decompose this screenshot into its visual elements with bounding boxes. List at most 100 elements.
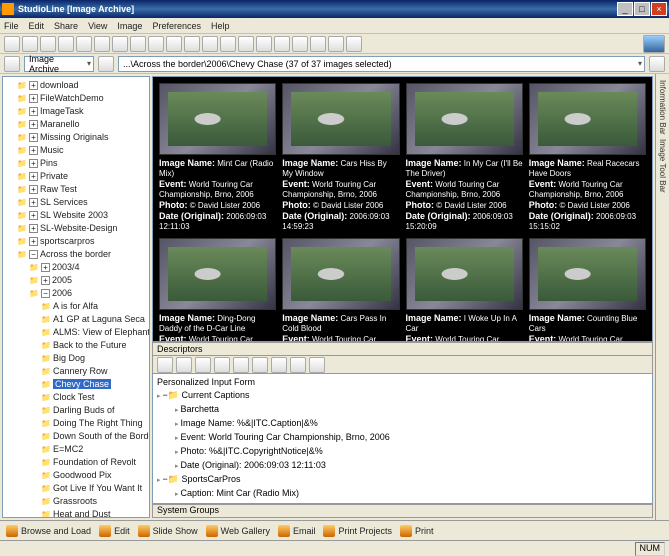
thumbnail-card[interactable]: Image Name: Ding-Dong Daddy of the D-Car… (159, 238, 276, 342)
toolbar-button[interactable] (256, 36, 272, 52)
toolbar-button[interactable] (184, 36, 200, 52)
action-email[interactable]: Email (278, 525, 316, 537)
toolbar-button[interactable] (4, 36, 20, 52)
tree-item[interactable]: Doing The Right Thing (41, 417, 147, 430)
desc-tool[interactable] (176, 357, 192, 373)
tree-item[interactable]: +Missing Originals (17, 131, 147, 144)
toolbar-button[interactable] (130, 36, 146, 52)
tree-item[interactable]: E=MC2 (41, 443, 147, 456)
thumbnail-image[interactable] (159, 238, 276, 310)
folder-tree[interactable]: +download+FileWatchDemo+ImageTask+Marane… (2, 76, 150, 518)
tree-item[interactable]: Got Live If You Want It (41, 482, 147, 495)
toolbar-button[interactable] (58, 36, 74, 52)
collapse-icon[interactable]: − (162, 390, 167, 400)
nav-button[interactable] (98, 56, 114, 72)
action-browse[interactable]: Browse and Load (6, 525, 91, 537)
tree-item[interactable]: Darling Buds of (41, 404, 147, 417)
action-webgallery[interactable]: Web Gallery (206, 525, 270, 537)
tree-item[interactable]: Heat and Dust (41, 508, 147, 518)
thumbnail-image[interactable] (282, 238, 399, 310)
maximize-button[interactable]: □ (634, 2, 650, 16)
tree-item[interactable]: Clock Test (41, 391, 147, 404)
toolbar-button[interactable] (94, 36, 110, 52)
collapse-icon[interactable]: − (162, 474, 167, 484)
go-button[interactable] (649, 56, 665, 72)
descriptor-row[interactable]: Barchetta (175, 403, 648, 417)
desc-tool[interactable] (290, 357, 306, 373)
desc-tool[interactable] (195, 357, 211, 373)
collapse-tree-button[interactable] (4, 56, 20, 72)
group-current-captions[interactable]: −📁 Current Captions (157, 389, 648, 403)
descriptor-row[interactable]: Caption: Mint Car (Radio Mix) (175, 487, 648, 501)
tree-item[interactable]: A is for Alfa (41, 300, 147, 313)
tree-item[interactable]: +SL Services (17, 196, 147, 209)
desc-tool[interactable] (309, 357, 325, 373)
desc-tool[interactable] (271, 357, 287, 373)
tree-item[interactable]: +Maranello (17, 118, 147, 131)
thumbnail-image[interactable] (406, 83, 523, 155)
tree-item[interactable]: +FileWatchDemo (17, 92, 147, 105)
tree-item[interactable]: Big Dog (41, 352, 147, 365)
toolbar-button[interactable] (22, 36, 38, 52)
tree-item[interactable]: +SL Website 2003 (17, 209, 147, 222)
descriptor-row[interactable]: Image Name: %&|ITC.Caption|&% (175, 417, 648, 431)
tree-item[interactable]: +Raw Test (17, 183, 147, 196)
toolbar-button[interactable] (112, 36, 128, 52)
thumbnail-image[interactable] (159, 83, 276, 155)
tree-item[interactable]: +2005 (29, 274, 147, 287)
desc-tool[interactable] (233, 357, 249, 373)
close-button[interactable]: × (651, 2, 667, 16)
tab-information-bar[interactable]: Information Bar (658, 80, 667, 135)
menu-file[interactable]: File (4, 21, 19, 31)
tree-item-2006[interactable]: −2006A is for AlfaA1 GP at Laguna SecaAL… (29, 287, 147, 518)
toolbar-button[interactable] (166, 36, 182, 52)
toolbar-button[interactable] (238, 36, 254, 52)
action-print[interactable]: Print (400, 525, 434, 537)
toolbar-button[interactable] (148, 36, 164, 52)
toolbar-button[interactable] (346, 36, 362, 52)
thumbnail-card[interactable]: Image Name: Real Racecars Have DoorsEven… (529, 83, 646, 232)
menu-edit[interactable]: Edit (29, 21, 45, 31)
desc-tool[interactable] (157, 357, 173, 373)
menu-preferences[interactable]: Preferences (152, 21, 201, 31)
tree-item[interactable]: +2003/4 (29, 261, 147, 274)
tree-item[interactable]: +Music (17, 144, 147, 157)
thumbnail-card[interactable]: Image Name: I Woke Up In A CarEvent: Wor… (406, 238, 523, 342)
thumbnail-card[interactable]: Image Name: Cars Hiss By My WindowEvent:… (282, 83, 399, 232)
toolbar-button[interactable] (202, 36, 218, 52)
tree-item[interactable]: ALMS: View of Elephant Mounta (41, 326, 147, 339)
action-edit[interactable]: Edit (99, 525, 130, 537)
tab-image-tool-bar[interactable]: Image Tool Bar (658, 139, 667, 193)
tree-item-across[interactable]: −Across the border+2003/4+2005−2006A is … (17, 248, 147, 518)
trash-icon[interactable] (643, 35, 665, 53)
path-combo[interactable]: ...\Across the border\2006\Chevy Chase (… (118, 56, 645, 72)
thumbnail-card[interactable]: Image Name: Cars Pass In Cold BloodEvent… (282, 238, 399, 342)
system-groups-header[interactable]: System Groups (152, 504, 653, 518)
tree-item[interactable]: Down South of the Border (41, 430, 147, 443)
toolbar-button[interactable] (274, 36, 290, 52)
toolbar-button[interactable] (292, 36, 308, 52)
desc-tool[interactable] (214, 357, 230, 373)
tree-item[interactable]: +ImageTask (17, 105, 147, 118)
descriptors-header[interactable]: Descriptors (152, 342, 653, 356)
menu-help[interactable]: Help (211, 21, 230, 31)
tree-item[interactable]: +sportscarpros (17, 235, 147, 248)
thumbnail-image[interactable] (529, 83, 646, 155)
descriptor-panel[interactable]: Personalized Input Form −📁 Current Capti… (152, 374, 653, 504)
toolbar-button[interactable] (328, 36, 344, 52)
menu-image[interactable]: Image (117, 21, 142, 31)
tree-item[interactable]: +download (17, 79, 147, 92)
toolbar-button[interactable] (40, 36, 56, 52)
view-combo[interactable]: Image Archive (24, 56, 94, 72)
toolbar-button[interactable] (76, 36, 92, 52)
tree-item[interactable]: Chevy Chase (41, 378, 147, 391)
tree-item[interactable]: +SL-Website-Design (17, 222, 147, 235)
tree-item[interactable]: +Private (17, 170, 147, 183)
descriptor-row[interactable]: Date (Original): 2006:09:03 12:11:03 (175, 459, 648, 473)
menu-share[interactable]: Share (54, 21, 78, 31)
desc-tool[interactable] (252, 357, 268, 373)
thumbnail-image[interactable] (406, 238, 523, 310)
thumbnail-image[interactable] (282, 83, 399, 155)
tree-item[interactable]: Goodwood Pix (41, 469, 147, 482)
descriptor-row[interactable]: Event: World Touring Car Championship, B… (175, 431, 648, 445)
